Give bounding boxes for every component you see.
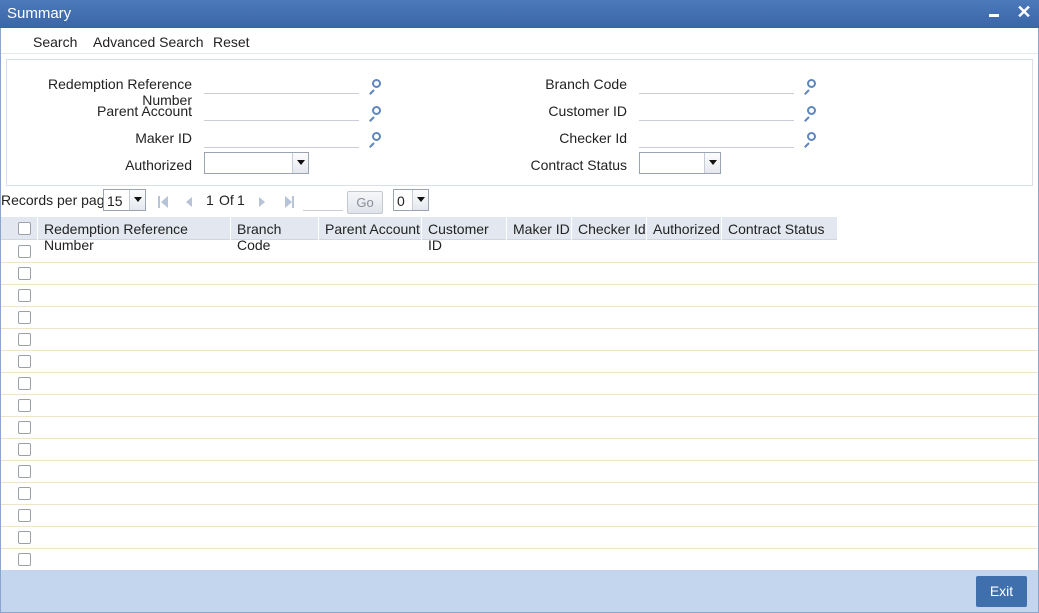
minimize-icon[interactable] bbox=[984, 3, 1004, 23]
maker-id-input[interactable] bbox=[204, 128, 359, 148]
branch-code-search-icon[interactable] bbox=[803, 79, 817, 95]
chevron-down-icon bbox=[292, 153, 308, 173]
column-header[interactable]: Maker ID bbox=[507, 217, 572, 240]
row-checkbox[interactable] bbox=[18, 289, 31, 302]
table-row[interactable] bbox=[1, 373, 1038, 395]
window-titlebar: Summary ✕ bbox=[0, 0, 1039, 28]
of-label: Of bbox=[219, 192, 234, 208]
table-row[interactable] bbox=[1, 417, 1038, 439]
next-page-icon[interactable] bbox=[255, 195, 269, 209]
maker-id-label: Maker ID bbox=[135, 130, 192, 146]
previous-page-icon[interactable] bbox=[183, 195, 197, 209]
row-checkbox[interactable] bbox=[18, 267, 31, 280]
parent-account-input[interactable] bbox=[204, 101, 359, 121]
row-checkbox[interactable] bbox=[18, 355, 31, 368]
chevron-down-icon bbox=[704, 153, 720, 173]
table-row[interactable] bbox=[1, 351, 1038, 373]
records-per-page-value: 15 bbox=[107, 193, 123, 209]
authorized-label: Authorized bbox=[125, 157, 192, 173]
row-checkbox[interactable] bbox=[18, 311, 31, 324]
table-row[interactable] bbox=[1, 461, 1038, 483]
search-button[interactable]: Search bbox=[33, 34, 77, 50]
redemption-reference-number-input[interactable] bbox=[204, 74, 359, 94]
table-row[interactable] bbox=[1, 307, 1038, 329]
parent-account-label: Parent Account bbox=[97, 103, 192, 119]
table-row[interactable] bbox=[1, 395, 1038, 417]
current-page: 1 bbox=[206, 192, 214, 208]
row-checkbox[interactable] bbox=[18, 421, 31, 434]
table-row[interactable] bbox=[1, 329, 1038, 351]
row-checkbox[interactable] bbox=[18, 465, 31, 478]
row-checkbox[interactable] bbox=[18, 531, 31, 544]
last-page-icon[interactable] bbox=[283, 195, 297, 209]
column-header[interactable]: Contract Status bbox=[722, 217, 838, 240]
branch-code-label: Branch Code bbox=[545, 76, 627, 92]
table-row[interactable] bbox=[1, 439, 1038, 461]
chevron-down-icon bbox=[412, 190, 428, 210]
column-header[interactable]: Authorized bbox=[647, 217, 722, 240]
checker-id-label: Checker Id bbox=[559, 130, 627, 146]
select-all-cell bbox=[1, 217, 38, 240]
column-header[interactable]: Branch Code bbox=[231, 217, 319, 253]
checker-id-search-icon[interactable] bbox=[803, 132, 817, 148]
table-row[interactable] bbox=[1, 549, 1038, 571]
customer-id-label: Customer ID bbox=[548, 103, 627, 119]
window-title: Summary bbox=[7, 5, 72, 22]
page-jump-value: 0 bbox=[397, 193, 405, 209]
column-header[interactable]: Customer ID bbox=[422, 217, 507, 253]
table-row[interactable] bbox=[1, 285, 1038, 307]
row-checkbox[interactable] bbox=[18, 245, 31, 258]
select-all-checkbox[interactable] bbox=[18, 222, 31, 235]
redemption-reference-number-search-icon[interactable] bbox=[368, 79, 382, 95]
checker-id-input[interactable] bbox=[639, 128, 794, 148]
row-checkbox[interactable] bbox=[18, 509, 31, 522]
row-checkbox[interactable] bbox=[18, 553, 31, 566]
footer-bar: Exit bbox=[1, 570, 1038, 612]
page-jump-select[interactable]: 0 bbox=[393, 189, 429, 211]
row-checkbox[interactable] bbox=[18, 487, 31, 500]
row-checkbox[interactable] bbox=[18, 333, 31, 346]
chevron-down-icon bbox=[129, 190, 145, 210]
maker-id-search-icon[interactable] bbox=[368, 132, 382, 148]
table-row[interactable] bbox=[1, 241, 1038, 263]
row-checkbox[interactable] bbox=[18, 377, 31, 390]
authorized-select[interactable] bbox=[204, 152, 309, 174]
column-header[interactable]: Redemption Reference Number bbox=[38, 217, 231, 253]
total-pages: 1 bbox=[237, 192, 245, 208]
advanced-search-button[interactable]: Advanced Search bbox=[93, 34, 204, 50]
reset-button[interactable]: Reset bbox=[213, 34, 250, 50]
table-row[interactable] bbox=[1, 505, 1038, 527]
records-per-page-label: Records per page bbox=[1, 192, 113, 208]
column-header[interactable]: Checker Id bbox=[572, 217, 647, 240]
table-row[interactable] bbox=[1, 527, 1038, 549]
table-row[interactable] bbox=[1, 483, 1038, 505]
exit-button[interactable]: Exit bbox=[976, 576, 1027, 607]
contract-status-label: Contract Status bbox=[530, 157, 628, 173]
column-header[interactable]: Parent Account bbox=[319, 217, 422, 240]
first-page-icon[interactable] bbox=[156, 195, 170, 209]
customer-id-input[interactable] bbox=[639, 101, 794, 121]
close-icon[interactable]: ✕ bbox=[1014, 2, 1034, 22]
row-checkbox[interactable] bbox=[18, 443, 31, 456]
table-row[interactable] bbox=[1, 263, 1038, 285]
parent-account-search-icon[interactable] bbox=[368, 106, 382, 122]
goto-page-input[interactable] bbox=[303, 191, 343, 211]
go-button[interactable]: Go bbox=[347, 191, 383, 214]
records-per-page-select[interactable]: 15 bbox=[103, 189, 146, 211]
customer-id-search-icon[interactable] bbox=[803, 106, 817, 122]
contract-status-select[interactable] bbox=[639, 152, 721, 174]
branch-code-input[interactable] bbox=[639, 74, 794, 94]
row-checkbox[interactable] bbox=[18, 399, 31, 412]
grid-header: Redemption Reference Number Branch Code … bbox=[1, 217, 838, 253]
toolbar: Search Advanced Search Reset bbox=[1, 28, 1038, 54]
